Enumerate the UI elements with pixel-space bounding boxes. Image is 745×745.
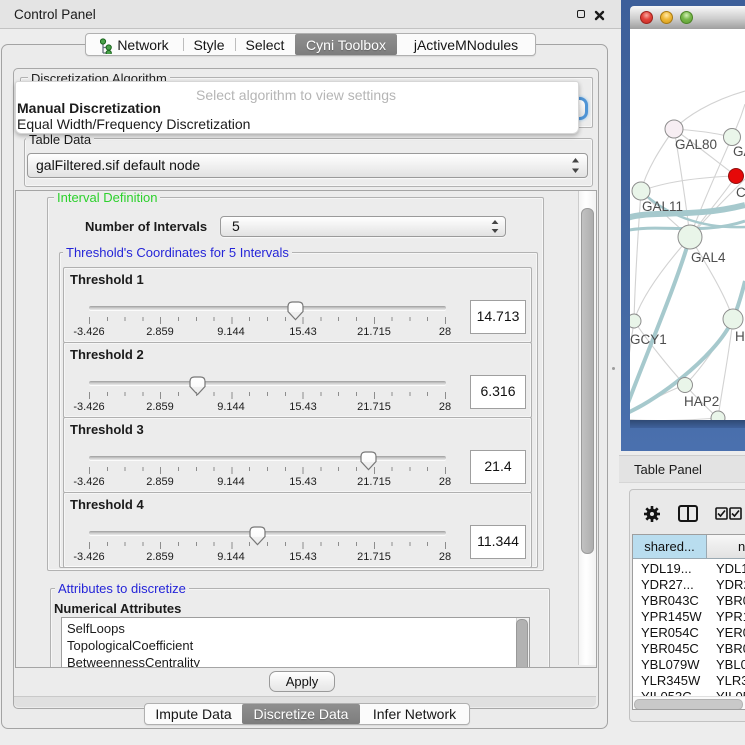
svg-text:HAP2: HAP2 bbox=[684, 394, 719, 409]
svg-text:C: C bbox=[736, 185, 745, 200]
svg-text:GCY1: GCY1 bbox=[630, 332, 667, 347]
svg-text:GAL80: GAL80 bbox=[675, 137, 717, 152]
svg-text:GAL11: GAL11 bbox=[642, 199, 683, 214]
svg-text:GA: GA bbox=[733, 144, 745, 159]
svg-text:H: H bbox=[735, 329, 745, 344]
svg-text:GAL4: GAL4 bbox=[691, 250, 726, 265]
